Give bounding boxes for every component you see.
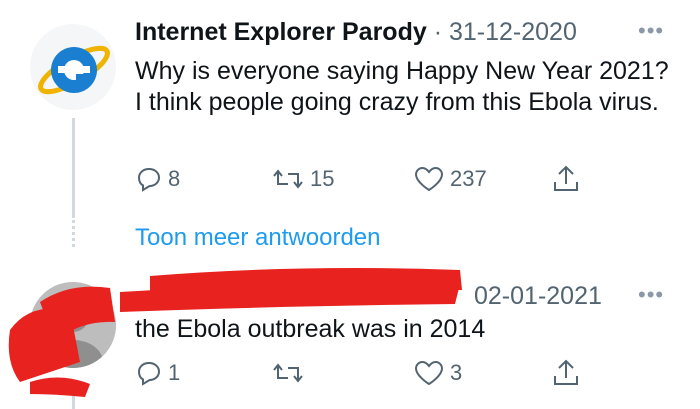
like-button[interactable]: 237 xyxy=(414,166,487,192)
reply-button[interactable]: 1 xyxy=(136,360,180,386)
share-button[interactable] xyxy=(552,164,580,194)
retweet-icon xyxy=(273,363,303,383)
reply-icon xyxy=(137,361,161,386)
tweet-date[interactable]: 31-12-2020 xyxy=(449,18,577,46)
author-name[interactable]: Internet Explorer Parody xyxy=(135,18,427,46)
more-dots-icon[interactable]: ••• xyxy=(638,18,664,44)
heart-icon xyxy=(414,360,444,386)
like-button[interactable]: 3 xyxy=(414,360,462,386)
tweet-header: 02-01-2021 xyxy=(474,282,602,311)
reply-button[interactable]: 8 xyxy=(136,166,180,192)
share-icon xyxy=(554,359,578,385)
tweet: 02-01-2021 ••• the Ebola outbreak was in… xyxy=(0,262,700,409)
heart-icon xyxy=(414,166,444,192)
show-more-replies-link[interactable]: Toon meer antwoorden xyxy=(135,224,380,252)
tweet-text: the Ebola outbreak was in 2014 xyxy=(135,315,486,343)
retweet-icon xyxy=(273,169,303,189)
reply-icon xyxy=(137,167,161,192)
retweet-button[interactable] xyxy=(272,360,310,386)
tweet-date[interactable]: 02-01-2021 xyxy=(474,282,602,310)
avatar[interactable] xyxy=(30,24,116,110)
retweet-count: 15 xyxy=(310,166,335,191)
internet-explorer-logo-icon xyxy=(38,45,110,95)
like-count: 3 xyxy=(450,360,463,385)
retweet-button[interactable]: 15 xyxy=(272,166,334,192)
reply-count: 1 xyxy=(168,360,181,385)
like-count: 237 xyxy=(450,166,487,191)
share-button[interactable] xyxy=(552,358,580,388)
tweet: Internet Explorer Parody · 31-12-2020 ••… xyxy=(0,0,700,200)
share-icon xyxy=(554,165,578,191)
reply-count: 8 xyxy=(168,166,181,191)
tweet-text: Why is everyone saying Happy New Year 20… xyxy=(135,57,669,116)
separator: · xyxy=(433,18,443,46)
thread-line-dotted xyxy=(72,220,75,250)
more-dots-icon[interactable]: ••• xyxy=(638,282,664,308)
tweet-header: Internet Explorer Parody · 31-12-2020 xyxy=(135,18,577,47)
